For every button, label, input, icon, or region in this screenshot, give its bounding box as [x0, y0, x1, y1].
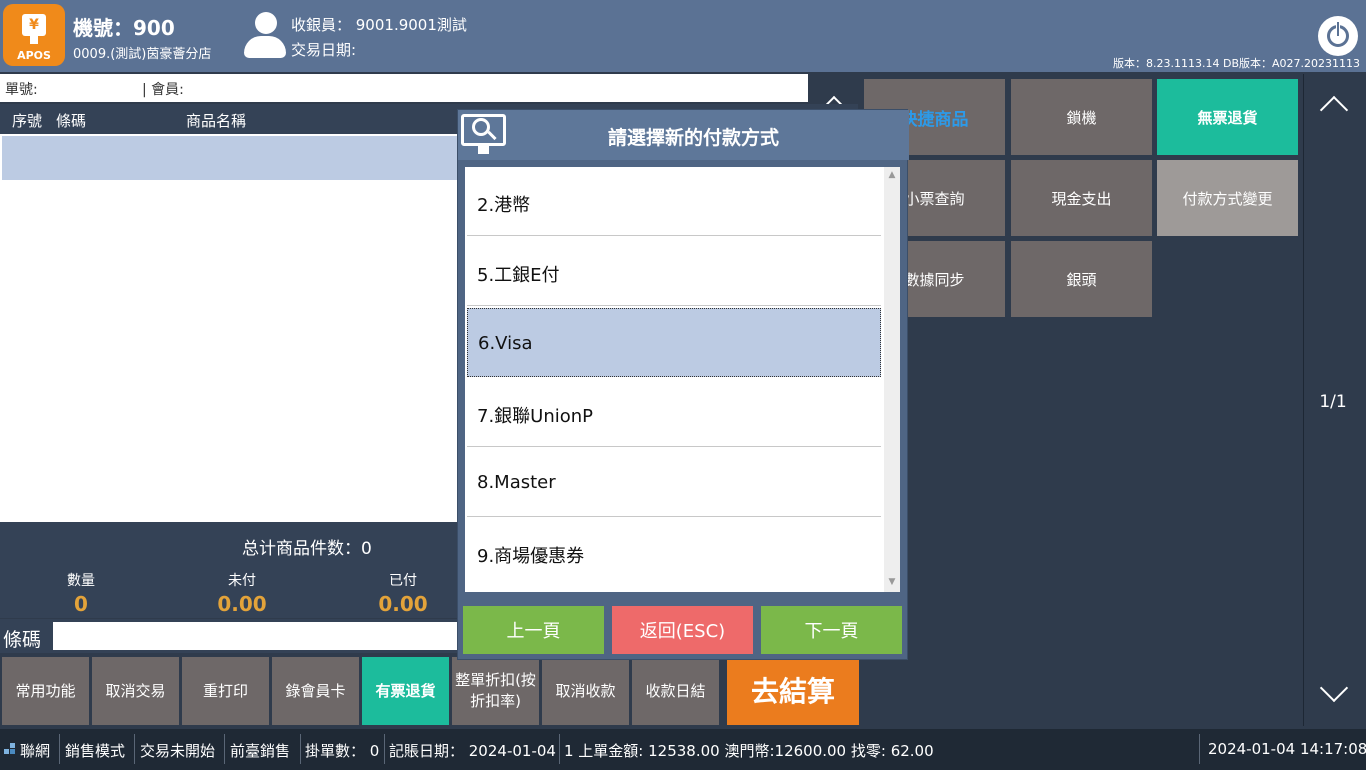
- common-functions-button[interactable]: 常用功能: [2, 657, 89, 725]
- bank-head-button[interactable]: 銀頭: [1011, 241, 1152, 317]
- stat-quantity: 數量 0: [67, 573, 95, 616]
- list-item[interactable]: 8.Master: [467, 448, 881, 517]
- receipt-return-button[interactable]: 有票退貨: [362, 657, 449, 725]
- list-item[interactable]: 5.工銀E付: [467, 237, 881, 306]
- sales-mode: 銷售模式: [65, 742, 126, 760]
- checkout-button[interactable]: 去結算: [727, 657, 859, 725]
- logo-text: APOS: [17, 49, 51, 62]
- stat-unpaid: 未付 0.00: [217, 573, 267, 616]
- function-panel: 快捷商品 鎖機 無票退貨 小票查詢 現金支出 付款方式變更 數據同步 銀頭: [862, 74, 1302, 726]
- machine-number: 機號：900: [73, 16, 175, 40]
- order-no-label: 單號:: [5, 82, 38, 98]
- col-name: 商品名稱: [186, 112, 247, 130]
- list-scrollbar[interactable]: ▲ ▼: [884, 167, 900, 592]
- dialog-title-bar: 請選擇新的付款方式: [458, 110, 909, 160]
- next-page-button[interactable]: 下一頁: [761, 606, 902, 654]
- lock-button[interactable]: 鎖機: [1011, 79, 1152, 155]
- daily-settlement-button[interactable]: 收款日結: [632, 657, 719, 725]
- front-sales: 前臺銷售: [230, 742, 291, 760]
- pager: 1/1: [1303, 74, 1366, 726]
- dialog-title: 請選擇新的付款方式: [607, 127, 779, 149]
- cancel-transaction-button[interactable]: 取消交易: [92, 657, 179, 725]
- network-status: 聯網: [20, 742, 51, 760]
- change-payment-button[interactable]: 付款方式變更: [1157, 160, 1298, 236]
- payment-method-list: 2.港幣 5.工銀E付 6.Visa 7.銀聯UnionP 8.Master 9…: [465, 167, 900, 592]
- list-item[interactable]: 9.商場優惠券: [467, 518, 881, 587]
- discount-button[interactable]: 整單折扣(按折扣率): [452, 657, 539, 725]
- order-bar: 單號: | 會員:: [0, 74, 808, 102]
- hold-count: 掛單數： 0: [305, 742, 380, 760]
- barcode-label: 條碼: [3, 629, 42, 651]
- network-icon: [4, 743, 16, 755]
- cancel-payment-button[interactable]: 取消收款: [542, 657, 629, 725]
- payment-method-dialog: 請選擇新的付款方式 2.港幣 5.工銀E付 6.Visa 7.銀聯UnionP …: [457, 109, 909, 660]
- prev-page-button[interactable]: 上一頁: [463, 606, 604, 654]
- list-item-selected[interactable]: 6.Visa: [467, 308, 881, 377]
- scroll-up-arrow-icon[interactable]: ▲: [887, 170, 897, 180]
- status-bar: 聯網 銷售模式 交易未開始 前臺銷售 掛單數： 0 記賬日期： 2024-01-…: [0, 729, 1366, 770]
- col-barcode: 條碼: [56, 112, 87, 130]
- trade-date: 交易日期:: [291, 41, 357, 59]
- back-esc-button[interactable]: 返回(ESC): [612, 606, 753, 654]
- version-info: 版本：8.23.1113.14 DB版本：A027.20231113: [1113, 57, 1360, 70]
- datetime: 2024-01-04 14:17:08: [1208, 740, 1366, 758]
- cashier-info: 收銀員： 9001.9001測試: [291, 16, 467, 34]
- user-icon: [244, 12, 286, 60]
- reprint-button[interactable]: 重打印: [182, 657, 269, 725]
- list-item[interactable]: 2.港幣: [467, 167, 881, 236]
- last-transaction: 1 上單金額: 12538.00 澳門幣:12600.00 找零: 62.00: [564, 742, 934, 760]
- power-icon[interactable]: [1318, 16, 1358, 56]
- list-item[interactable]: 7.銀聯UnionP: [467, 378, 881, 447]
- member-label: | 會員:: [142, 82, 184, 98]
- page-up-icon[interactable]: [1319, 95, 1349, 125]
- stat-paid: 已付 0.00: [378, 573, 428, 616]
- yen-icon: ¥: [22, 14, 46, 36]
- scroll-down-arrow-icon[interactable]: ▼: [887, 577, 897, 587]
- page-down-icon[interactable]: [1319, 673, 1349, 703]
- header: ¥ APOS 機號：900 0009.(測試)茵豪薈分店 收銀員： 9001.9…: [0, 0, 1366, 72]
- col-seq: 序號: [12, 112, 43, 130]
- member-card-button[interactable]: 錄會員卡: [272, 657, 359, 725]
- trade-state: 交易未開始: [140, 742, 216, 760]
- no-receipt-return-button[interactable]: 無票退貨: [1157, 79, 1298, 155]
- page-indicator: 1/1: [1319, 392, 1347, 412]
- cash-expense-button[interactable]: 現金支出: [1011, 160, 1152, 236]
- account-date: 記賬日期： 2024-01-04: [389, 742, 556, 760]
- apos-logo: ¥ APOS: [3, 4, 65, 66]
- store-name: 0009.(測試)茵豪薈分店: [73, 47, 212, 62]
